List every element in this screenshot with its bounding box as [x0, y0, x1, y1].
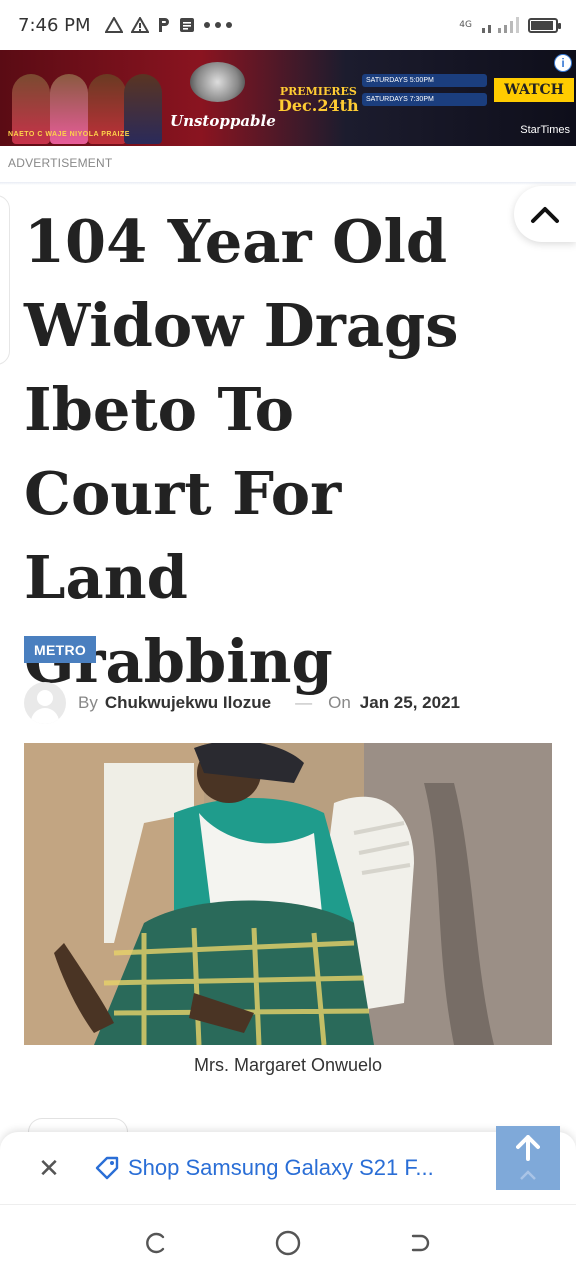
p-icon [158, 18, 169, 32]
status-time: 7:46 PM [18, 14, 91, 36]
ad-schedule-item: SATURDAYS 5:00PM [362, 74, 487, 88]
recents-button[interactable] [142, 1229, 170, 1257]
on-label: On [328, 693, 351, 712]
system-nav-bar [0, 1204, 576, 1280]
back-button[interactable] [406, 1229, 434, 1257]
ad-premieres-date: Dec.24th [278, 95, 359, 115]
ad-banner[interactable]: NAETO C WAJE NIYOLA PRAIZE Unstoppable P… [0, 50, 576, 146]
arrow-up-icon [516, 1135, 540, 1161]
tag-icon [95, 1156, 119, 1180]
recents-icon [146, 1232, 165, 1253]
close-icon[interactable]: ✕ [32, 1153, 66, 1184]
by-label: By [78, 693, 98, 712]
ad-watch-button[interactable]: WATCH [494, 78, 574, 102]
ad-schedule-item: SATURDAYS 7:30PM [362, 93, 487, 107]
home-button[interactable] [274, 1229, 302, 1257]
warning-outline-icon [104, 17, 123, 33]
chevron-up-icon [520, 1170, 536, 1180]
voice-logo-icon [190, 62, 245, 102]
scroll-top-button[interactable] [496, 1126, 560, 1190]
article-photo-drawing [24, 743, 552, 1045]
author-link[interactable]: Chukwujekwu Ilozue [105, 693, 271, 713]
publish-date: Jan 25, 2021 [359, 693, 460, 712]
collapse-button[interactable] [514, 186, 576, 242]
status-bar: 7:46 PM 4G [0, 0, 576, 50]
image-caption: Mrs. Margaret Onwuelo [193, 1055, 383, 1075]
chevron-up-icon [531, 207, 559, 223]
article-image[interactable] [24, 743, 552, 1045]
meta-separator: — [295, 693, 313, 712]
ad-brand: StarTimes [520, 124, 570, 136]
divider [0, 182, 576, 185]
ad-schedule: SATURDAYS 5:00PM SATURDAYS 7:30PM [362, 74, 487, 112]
info-icon[interactable]: i [554, 54, 572, 72]
more-dots-icon [203, 22, 232, 28]
message-icon [179, 18, 194, 32]
status-right: 4G [459, 16, 561, 34]
advertisement-label: ADVERTISEMENT [8, 156, 113, 170]
category-badge[interactable]: METRO [24, 636, 97, 663]
signal-icon [482, 17, 519, 33]
warning-icon [130, 17, 149, 33]
back-icon [411, 1234, 430, 1251]
avatar[interactable] [24, 682, 66, 724]
notification-icons [104, 17, 233, 33]
article-title: 104 Year Old Widow Drags Ibeto To Court … [24, 207, 459, 696]
article-meta: By Chukwujekwu Ilozue — On Jan 25, 2021 [24, 682, 554, 724]
battery-icon [528, 17, 561, 33]
side-pill [0, 195, 10, 365]
shop-bar: ✕ Shop Samsung Galaxy S21 F... [0, 1132, 576, 1204]
shop-link[interactable]: Shop Samsung Galaxy S21 F... [128, 1155, 434, 1181]
network-type: 4G [459, 19, 472, 30]
ad-premieres: PREMIERES Dec.24th [278, 86, 359, 114]
ad-tagline: Unstoppable [170, 112, 276, 130]
home-icon [275, 1230, 301, 1255]
ad-people-names: NAETO C WAJE NIYOLA PRAIZE [8, 131, 130, 138]
